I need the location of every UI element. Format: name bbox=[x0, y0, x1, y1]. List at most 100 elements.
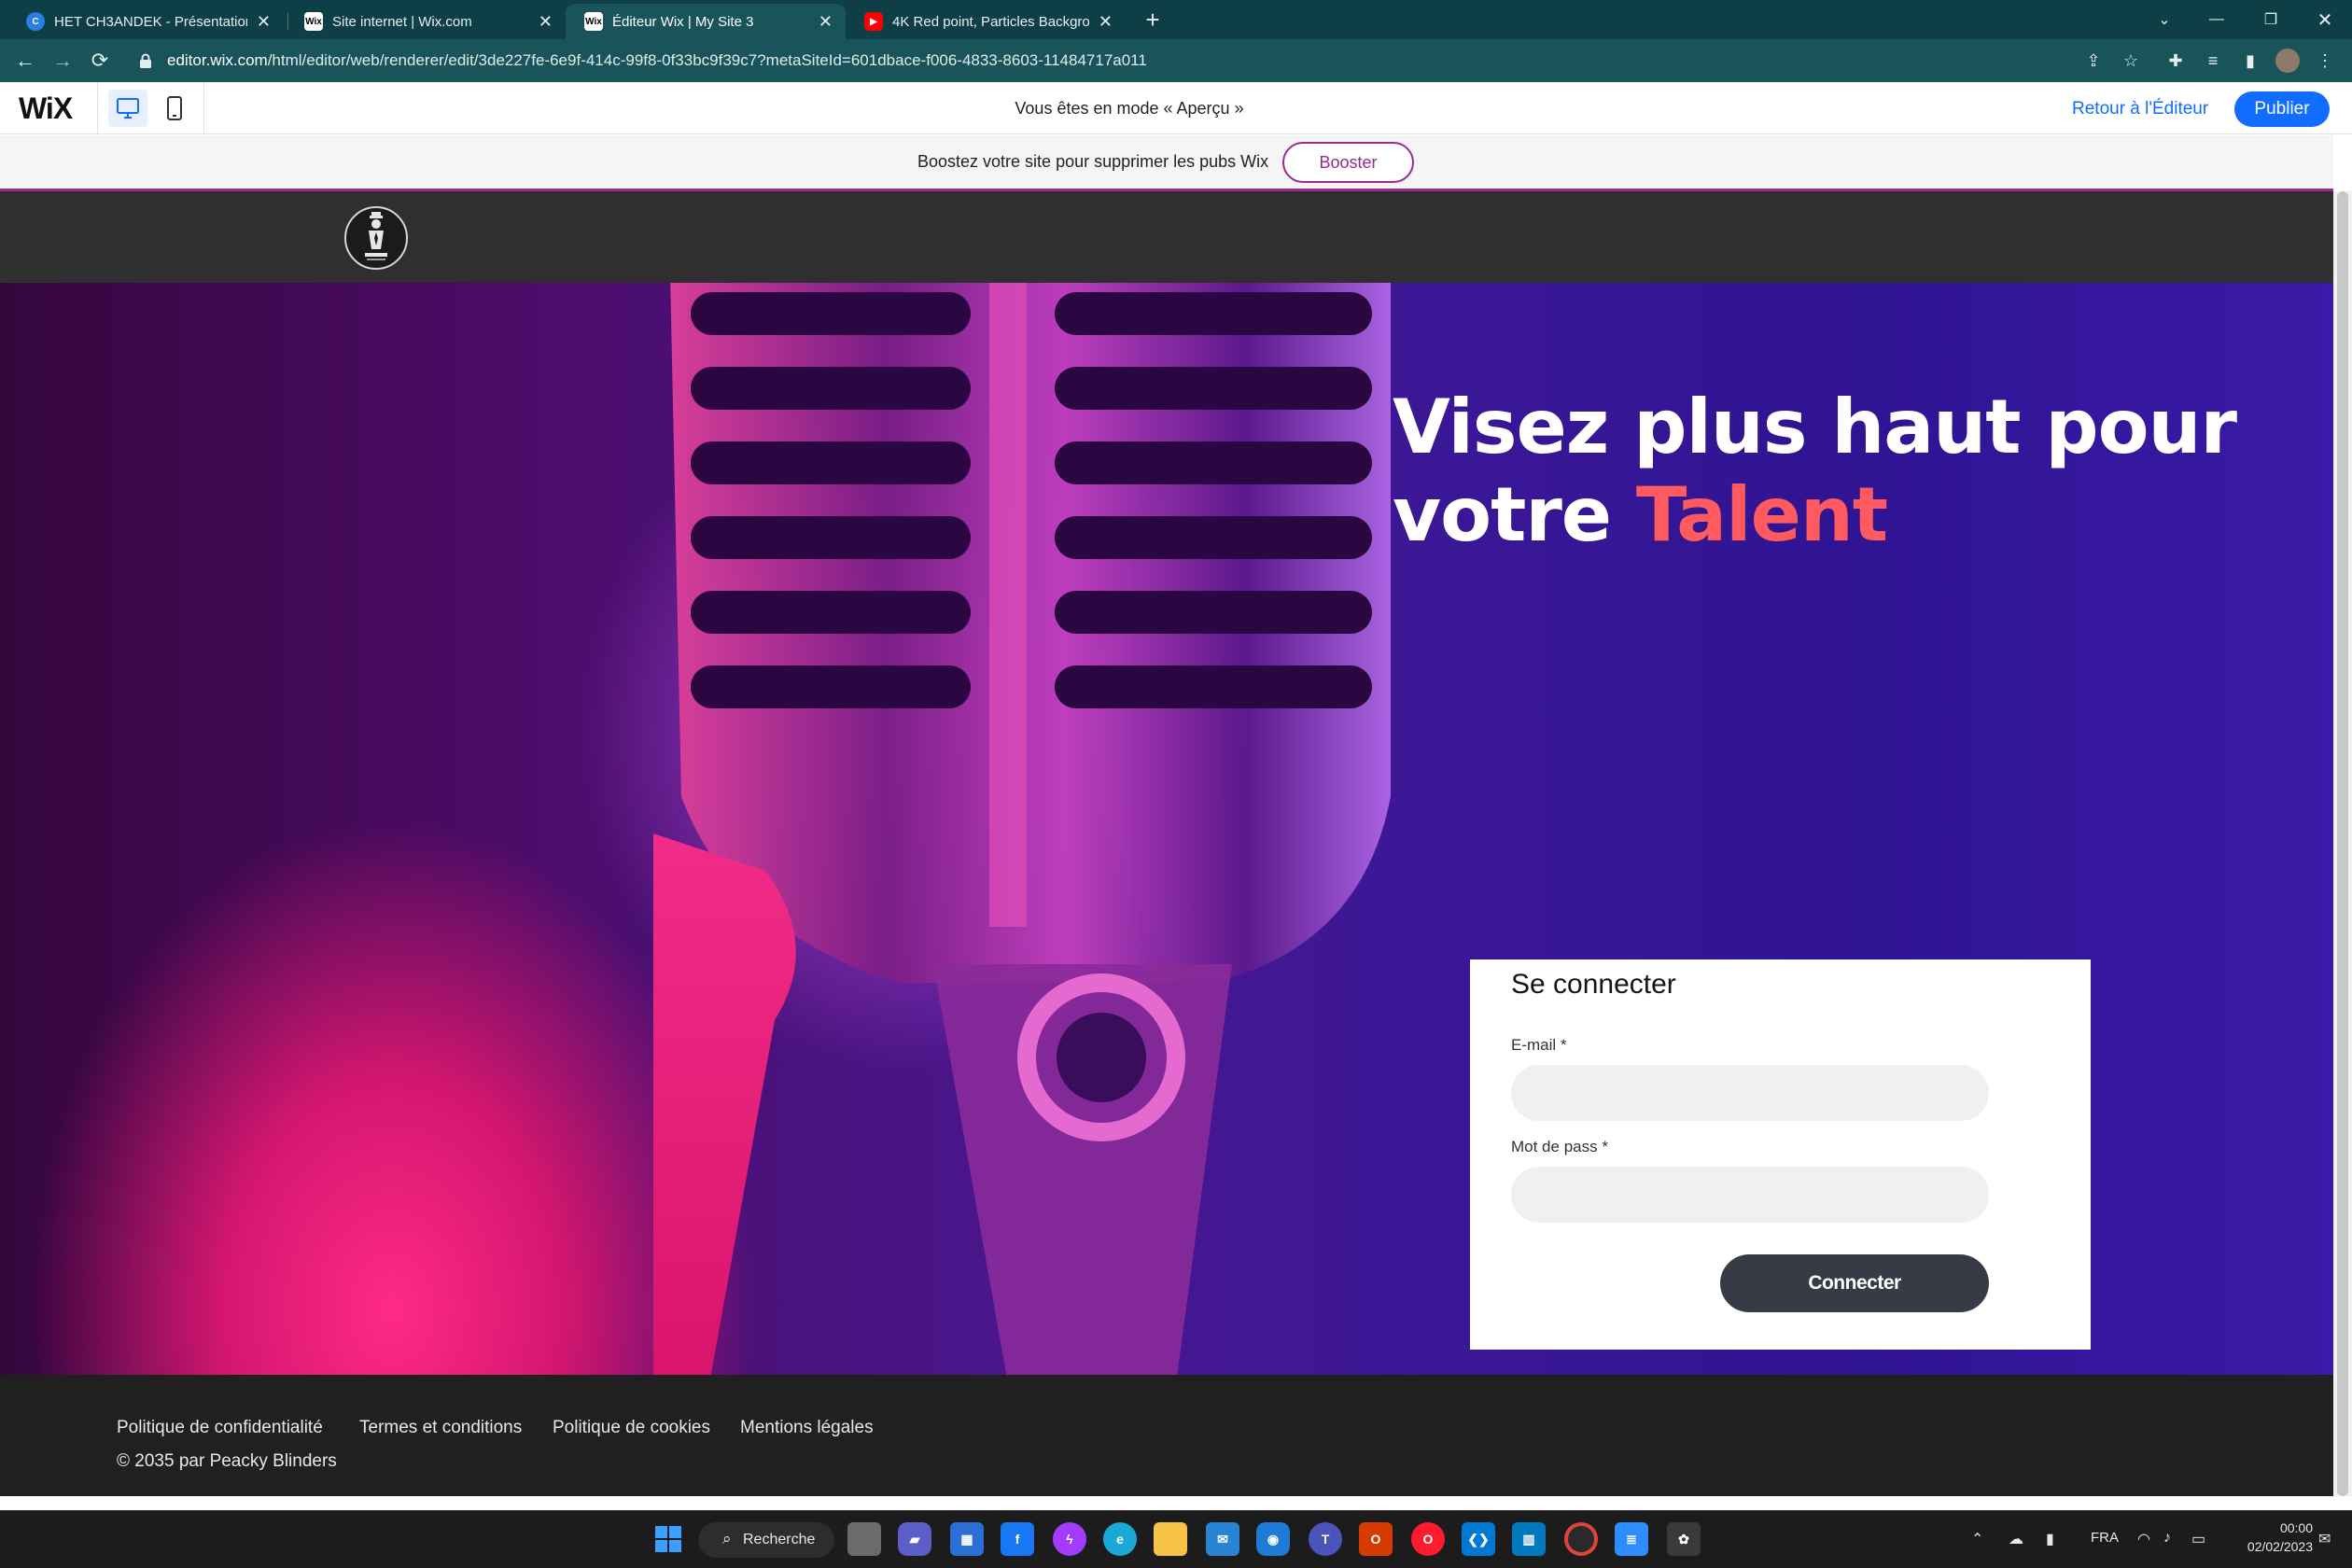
terms-link[interactable]: Termes et conditions bbox=[359, 1418, 522, 1438]
wix-favicon-icon: Wix bbox=[304, 12, 323, 31]
booster-button[interactable]: Booster bbox=[1282, 142, 1414, 183]
close-window-button[interactable]: ✕ bbox=[2298, 0, 2352, 39]
edge-icon[interactable]: e bbox=[1103, 1522, 1137, 1556]
tab-title: 4K Red point, Particles Backgrou bbox=[892, 13, 1089, 30]
file-explorer-icon[interactable] bbox=[1154, 1522, 1187, 1556]
hero-section: Visez plus haut pour votre Talent Se con… bbox=[0, 283, 2333, 1375]
show-hidden-icons-icon[interactable]: ⌃ bbox=[1971, 1530, 1983, 1548]
restore-window-button[interactable]: ❐ bbox=[2244, 0, 2298, 39]
close-tab-icon[interactable]: ✕ bbox=[1099, 12, 1113, 32]
battery-icon[interactable]: ▭ bbox=[2191, 1530, 2205, 1548]
minimize-window-button[interactable]: — bbox=[2190, 0, 2244, 39]
youtube-favicon-icon: ▶ bbox=[864, 12, 883, 31]
legal-notice-link[interactable]: Mentions légales bbox=[740, 1418, 874, 1438]
password-label-text: Mot de pass bbox=[1511, 1138, 1598, 1155]
url-host: editor.wix.com bbox=[167, 51, 268, 69]
browser-tab-3-active[interactable]: Wix Éditeur Wix | My Site 3 ✕ bbox=[566, 4, 846, 39]
taskbar-search[interactable]: ⌕ Recherche bbox=[698, 1522, 834, 1558]
network-bars-icon[interactable]: ▮ bbox=[2046, 1530, 2054, 1548]
hero-heading-accent: Talent bbox=[1635, 471, 1888, 558]
volume-icon[interactable]: ♪ bbox=[2163, 1530, 2171, 1547]
wix-preview-bar: WiX Vous êtes en mode « Aperçu » Retour … bbox=[0, 82, 2352, 134]
close-tab-icon[interactable]: ✕ bbox=[819, 12, 833, 32]
reload-icon[interactable]: ⟳ bbox=[84, 45, 116, 77]
close-tab-icon[interactable]: ✕ bbox=[257, 12, 271, 32]
email-label-text: E-mail bbox=[1511, 1036, 1557, 1054]
color-picker-app-icon[interactable]: ✿ bbox=[1667, 1522, 1701, 1556]
address-bar[interactable]: editor.wix.com/html/editor/web/renderer/… bbox=[126, 44, 2179, 77]
profile-avatar[interactable] bbox=[2275, 49, 2300, 73]
canva-favicon-icon: C bbox=[26, 12, 45, 31]
browser-tab-strip: C HET CH3ANDEK - Présentation ✕ Wix Site… bbox=[0, 0, 2352, 39]
connect-button[interactable]: Connecter bbox=[1720, 1254, 1989, 1312]
mail-icon[interactable]: ✉ bbox=[1206, 1522, 1239, 1556]
hero-heading-line1: Visez plus haut pour bbox=[1393, 384, 2237, 470]
side-panel-icon[interactable]: ▮ bbox=[2238, 49, 2262, 73]
copyright-text: © 2035 par Peacky Blinders bbox=[117, 1451, 337, 1471]
url-path: /html/editor/web/renderer/edit/3de227fe-… bbox=[267, 51, 1147, 69]
preview-mode-text: Vous êtes en mode « Aperçu » bbox=[1015, 99, 1244, 118]
windows-start-icon[interactable] bbox=[651, 1522, 685, 1556]
trello-icon[interactable]: ▥ bbox=[1512, 1522, 1546, 1556]
url-text: editor.wix.com/html/editor/web/renderer/… bbox=[167, 51, 1147, 70]
vscode-icon[interactable]: ❮❯ bbox=[1462, 1522, 1495, 1556]
privacy-policy-link[interactable]: Politique de confidentialité bbox=[117, 1418, 323, 1438]
wifi-icon[interactable]: ◠ bbox=[2137, 1530, 2150, 1548]
language-indicator[interactable]: FRA bbox=[2091, 1530, 2119, 1546]
tab-title: HET CH3ANDEK - Présentation bbox=[54, 13, 247, 30]
share-icon[interactable]: ⇪ bbox=[2081, 49, 2106, 73]
required-mark: * bbox=[1602, 1138, 1608, 1155]
publish-button[interactable]: Publier bbox=[2234, 91, 2330, 127]
search-label: Recherche bbox=[743, 1532, 816, 1547]
browser-tab-1[interactable]: C HET CH3ANDEK - Présentation ✕ bbox=[7, 4, 284, 39]
forward-arrow-icon[interactable]: → bbox=[47, 45, 78, 77]
close-tab-icon[interactable]: ✕ bbox=[539, 12, 553, 32]
hero-heading: Visez plus haut pour votre Talent bbox=[1393, 384, 2237, 559]
notepad-icon[interactable]: ≣ bbox=[1615, 1522, 1648, 1556]
browser-tab-2[interactable]: Wix Site internet | Wix.com ✕ bbox=[286, 4, 566, 39]
clock-time: 00:00 bbox=[2279, 1520, 2313, 1535]
password-label: Mot de pass * bbox=[1511, 1138, 1608, 1156]
cookie-policy-link[interactable]: Politique de cookies bbox=[553, 1418, 710, 1438]
hero-heading-word: votre bbox=[1393, 471, 1612, 558]
notifications-icon[interactable]: ✉ bbox=[2318, 1530, 2331, 1548]
skype-chat-icon[interactable]: ◉ bbox=[1256, 1522, 1290, 1556]
opera-icon[interactable]: O bbox=[1411, 1522, 1445, 1556]
back-to-editor-link[interactable]: Retour à l'Éditeur bbox=[2072, 99, 2208, 119]
messenger-icon[interactable]: ϟ bbox=[1053, 1522, 1086, 1556]
tab-search-chevron-icon[interactable]: ⌄ bbox=[2137, 0, 2191, 39]
scrollbar-thumb[interactable] bbox=[2337, 191, 2348, 1496]
facebook-icon[interactable]: f bbox=[1001, 1522, 1034, 1556]
login-title: Se connecter bbox=[1511, 969, 1676, 1000]
search-icon: ⌕ bbox=[722, 1530, 732, 1547]
office-icon[interactable]: O bbox=[1359, 1522, 1393, 1556]
required-mark: * bbox=[1560, 1036, 1567, 1054]
teams-icon[interactable]: T bbox=[1309, 1522, 1342, 1556]
banner-text: Boostez votre site pour supprimer les pu… bbox=[917, 152, 1269, 171]
media-queue-icon[interactable]: ≡ bbox=[2201, 49, 2225, 73]
microsoft-store-icon[interactable]: ▦ bbox=[950, 1522, 984, 1556]
system-clock[interactable]: 00:00 02/02/2023 bbox=[2229, 1519, 2313, 1556]
site-footer: Politique de confidentialité Termes et c… bbox=[0, 1375, 2333, 1496]
login-form: Se connecter E-mail * Mot de pass * Conn… bbox=[1470, 959, 2091, 1350]
browser-tab-4[interactable]: ▶ 4K Red point, Particles Backgrou ✕ bbox=[846, 4, 1126, 39]
site-header bbox=[0, 191, 2333, 283]
peaky-man-logo-icon bbox=[365, 212, 387, 260]
browser-toolbar: ← → ⟳ editor.wix.com/html/editor/web/ren… bbox=[0, 39, 2352, 82]
onedrive-cloud-icon[interactable]: ☁ bbox=[2009, 1530, 2023, 1548]
back-arrow-icon[interactable]: ← bbox=[9, 45, 41, 77]
microphone-hand-image bbox=[653, 283, 1391, 1375]
task-view-icon[interactable] bbox=[847, 1522, 881, 1556]
extensions-puzzle-icon[interactable]: ✚ bbox=[2163, 49, 2188, 73]
site-logo[interactable] bbox=[344, 206, 408, 270]
bookmark-star-icon[interactable]: ☆ bbox=[2119, 49, 2143, 73]
new-tab-button[interactable]: + bbox=[1137, 4, 1169, 35]
wix-favicon-icon: Wix bbox=[584, 12, 603, 31]
hero-heading-line2: votre Talent bbox=[1393, 471, 2236, 559]
browser-menu-icon[interactable]: ⋮ bbox=[2313, 49, 2337, 73]
teams-chat-icon[interactable]: ▰ bbox=[898, 1522, 931, 1556]
password-field[interactable] bbox=[1511, 1167, 1989, 1223]
lock-icon bbox=[139, 53, 152, 68]
chrome-icon[interactable] bbox=[1564, 1522, 1598, 1556]
email-field[interactable] bbox=[1511, 1065, 1989, 1121]
